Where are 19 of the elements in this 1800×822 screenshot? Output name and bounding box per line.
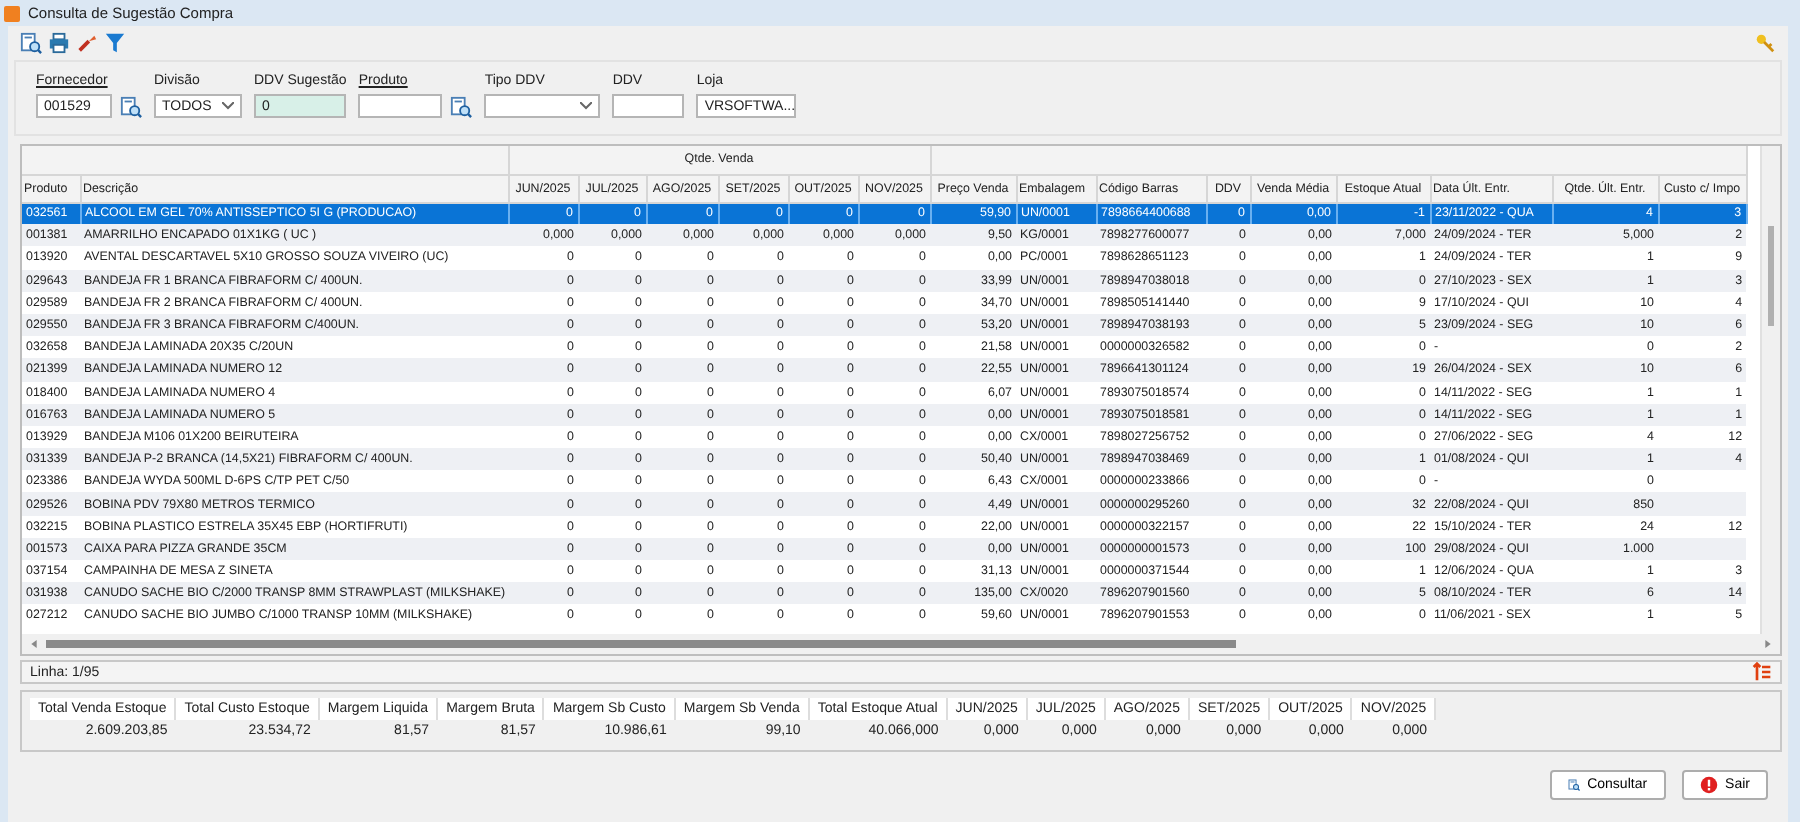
filter-icon[interactable] xyxy=(104,32,126,54)
sort-icon[interactable] xyxy=(1752,662,1772,682)
app-icon xyxy=(4,5,20,21)
search-icon[interactable] xyxy=(20,32,42,54)
search-icon[interactable] xyxy=(450,95,473,117)
input-field[interactable] xyxy=(612,94,685,118)
exclamation-icon xyxy=(1699,776,1718,794)
scroll-left-icon[interactable] xyxy=(28,640,40,648)
key-icon[interactable] xyxy=(1754,32,1776,54)
input-field[interactable] xyxy=(358,94,443,118)
caret-icon xyxy=(580,102,593,110)
search-icon xyxy=(1567,776,1580,794)
search-icon[interactable] xyxy=(120,95,142,117)
vertical-scrollbar[interactable] xyxy=(1760,146,1780,634)
scroll-right-icon[interactable] xyxy=(1762,640,1774,648)
dropdown[interactable] xyxy=(484,94,601,118)
horizontal-scrollbar[interactable] xyxy=(22,634,1780,654)
caret-icon xyxy=(222,102,234,110)
printer-icon[interactable] xyxy=(48,32,70,54)
